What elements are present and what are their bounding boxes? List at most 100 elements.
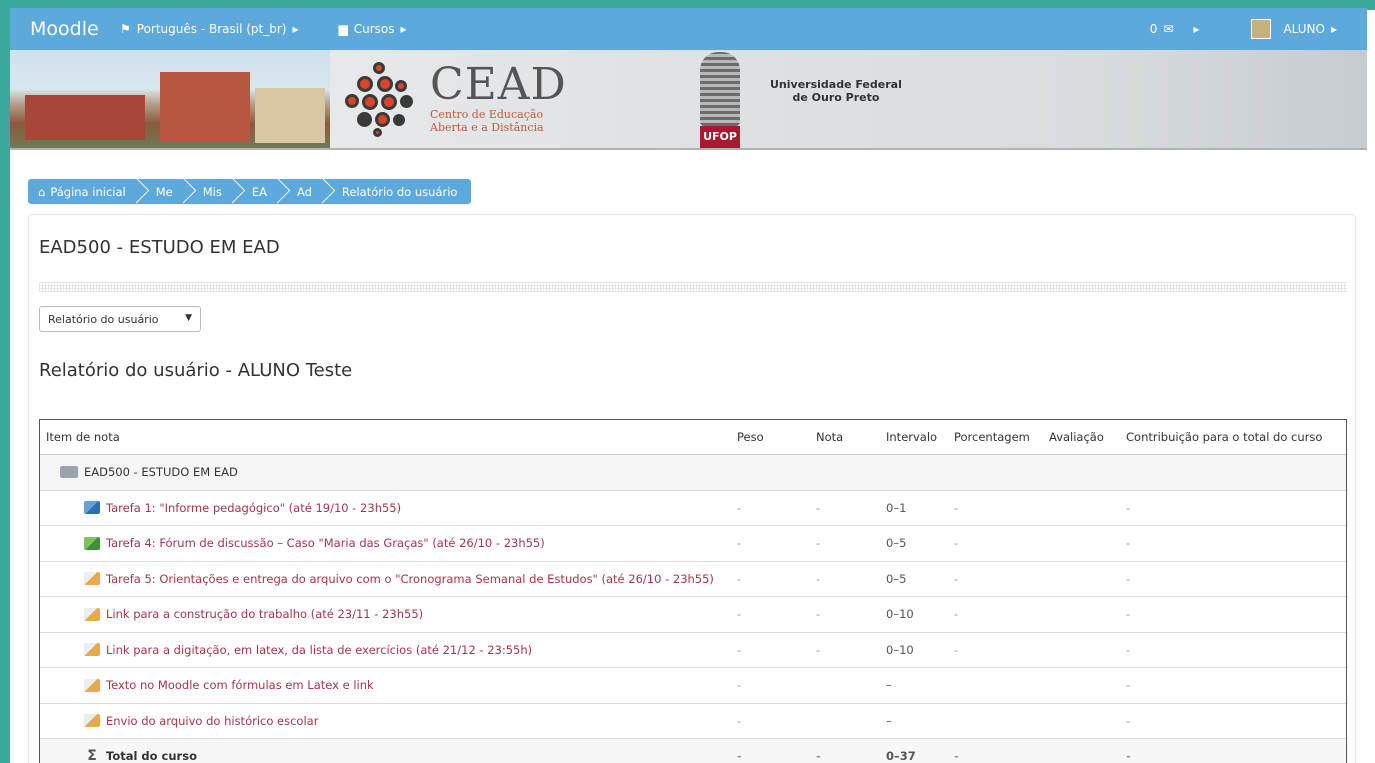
cell-contribuicao: - <box>1126 500 1131 515</box>
university-line1: Universidade Federal <box>770 78 902 91</box>
grade-item-link[interactable]: Envio do arquivo do histórico escolar <box>106 714 318 728</box>
top-navbar: Moodle ⚑ Português - Brasil (pt_br) ▸ ▆ … <box>10 8 1367 50</box>
university-name: Universidade Federal de Ouro Preto <box>770 78 902 104</box>
cead-title: CEAD <box>430 59 567 110</box>
cell-peso: - <box>737 536 742 551</box>
dropdown-arrow-icon: ▼ <box>185 313 192 323</box>
upload-icon <box>84 714 100 728</box>
grade-item-link[interactable]: Texto no Moodle com fórmulas em Latex e … <box>106 678 374 692</box>
category-row: EAD500 - ESTUDO EM EAD <box>40 455 1346 491</box>
item-cell: Σ Total do curso <box>40 748 730 763</box>
cell-intervalo: – <box>886 713 892 728</box>
caret-right-icon: ▸ <box>292 22 299 36</box>
messages-menu[interactable]: 0 ✉ ▸ <box>1150 22 1200 36</box>
cell-peso: - <box>737 500 742 515</box>
cell-peso: - <box>737 749 742 763</box>
grade-item-link[interactable]: Tarefa 1: "Informe pedagógico" (até 19/1… <box>106 501 401 515</box>
assignment-icon <box>84 501 100 515</box>
total-row: Σ Total do curso - - 0–37 - - <box>40 739 1346 763</box>
cell-nota: - <box>816 571 821 586</box>
upload-icon <box>84 607 100 621</box>
cell-peso: - <box>737 678 742 693</box>
home-icon: ⌂ <box>38 184 46 199</box>
campus-building-image <box>10 50 330 148</box>
cell-porcentagem: - <box>954 571 959 586</box>
cell-peso: - <box>737 642 742 657</box>
cell-intervalo: 0–10 <box>886 607 914 622</box>
cell-peso: - <box>737 713 742 728</box>
cead-logo: CEAD Centro de Educação Aberta e a Distâ… <box>430 59 567 135</box>
messages-count: 0 <box>1149 22 1158 36</box>
item-cell: Envio do arquivo do histórico escolar <box>40 714 730 728</box>
courses-label: Cursos <box>353 22 395 36</box>
cell-peso: - <box>737 571 742 586</box>
forum-icon <box>84 536 100 550</box>
breadcrumb-current[interactable]: Relatório do usuário <box>326 179 472 204</box>
header-contribuicao: Contribuição para o total do curso <box>1126 430 1323 444</box>
table-row: Tarefa 5: Orientações e entrega do arqui… <box>40 562 1346 597</box>
grade-item-link[interactable]: Tarefa 4: Fórum de discussão – Caso "Mar… <box>106 536 545 550</box>
header-nota: Nota <box>816 430 844 444</box>
table-header-row: Item de nota Peso Nota Intervalo Porcent… <box>40 420 1346 455</box>
folder-icon <box>60 466 78 479</box>
cell-intervalo: 0–10 <box>886 642 914 657</box>
cell-contribuicao: - <box>1126 713 1131 728</box>
cell-contribuicao: - <box>1126 678 1131 693</box>
header-porcentagem: Porcentagem <box>954 430 1030 444</box>
grade-item-link[interactable]: Link para a digitação, em latex, da list… <box>106 643 532 657</box>
cell-intervalo: 0–5 <box>886 536 907 551</box>
cell-contribuicao: - <box>1126 536 1131 551</box>
divider <box>39 282 1347 292</box>
table-row: Link para a construção do trabalho (até … <box>40 597 1346 633</box>
cell-contribuicao: - <box>1126 571 1131 586</box>
item-cell: Tarefa 5: Orientações e entrega do arqui… <box>40 572 730 586</box>
university-line2: de Ouro Preto <box>792 91 880 104</box>
cell-porcentagem: - <box>954 607 959 622</box>
cell-porcentagem: - <box>954 500 959 515</box>
cell-contribuicao: - <box>1126 749 1131 763</box>
item-cell: Tarefa 1: "Informe pedagógico" (até 19/1… <box>40 501 730 515</box>
table-row: Tarefa 4: Fórum de discussão – Caso "Mar… <box>40 526 1346 562</box>
item-cell: Tarefa 4: Fórum de discussão – Caso "Mar… <box>40 536 730 550</box>
report-title: Relatório do usuário - ALUNO Teste <box>39 360 353 381</box>
caret-right-icon: ▸ <box>400 22 407 36</box>
site-banner: CEAD Centro de Educação Aberta e a Distâ… <box>10 50 1367 150</box>
language-menu[interactable]: ⚑ Português - Brasil (pt_br) ▸ <box>120 22 299 36</box>
item-cell: Texto no Moodle com fórmulas em Latex e … <box>40 678 730 692</box>
ufop-crest: UFOP <box>700 52 740 148</box>
user-menu[interactable]: ALUNO ▸ <box>1251 19 1337 39</box>
ufop-tag: UFOP <box>700 126 740 148</box>
upload-icon <box>84 572 100 586</box>
table-row: Link para a digitação, em latex, da list… <box>40 633 1346 668</box>
cell-nota: - <box>816 500 821 515</box>
table-row: Envio do arquivo do histórico escolar - … <box>40 704 1346 739</box>
category-name: EAD500 - ESTUDO EM EAD <box>84 465 238 480</box>
cell-contribuicao: - <box>1126 642 1131 657</box>
user-name: ALUNO <box>1283 22 1325 36</box>
header-intervalo: Intervalo <box>886 430 938 444</box>
caret-right-icon: ▸ <box>1193 22 1200 36</box>
cead-subtitle-line2: Aberta e a Distância <box>430 121 544 134</box>
upload-icon <box>84 643 100 657</box>
total-label: Total do curso <box>106 749 197 763</box>
cell-nota: - <box>816 749 821 763</box>
avatar <box>1251 19 1272 39</box>
moodle-brand-link[interactable]: Moodle <box>10 18 120 40</box>
cell-intervalo: 0–1 <box>886 500 907 515</box>
breadcrumb-home[interactable]: ⌂ Página inicial <box>28 179 140 204</box>
header-avaliacao: Avaliação <box>1049 430 1104 444</box>
cell-nota: - <box>816 536 821 551</box>
courses-menu[interactable]: ▆ Cursos ▸ <box>339 22 407 36</box>
page-title: EAD500 - ESTUDO EM EAD <box>39 237 280 258</box>
cell-peso: - <box>737 607 742 622</box>
cell-porcentagem: - <box>954 642 959 657</box>
table-row: Texto no Moodle com fórmulas em Latex e … <box>40 668 1346 704</box>
sigma-icon: Σ <box>87 748 97 763</box>
header-item: Item de nota <box>46 430 120 444</box>
report-select[interactable]: Relatório do usuário ▼ <box>39 306 201 332</box>
grade-item-link[interactable]: Link para a construção do trabalho (até … <box>106 607 423 621</box>
page: Moodle ⚑ Português - Brasil (pt_br) ▸ ▆ … <box>10 8 1367 763</box>
grade-item-link[interactable]: Tarefa 5: Orientações e entrega do arqui… <box>106 572 714 586</box>
header-peso: Peso <box>737 430 764 444</box>
item-cell: Link para a digitação, em latex, da list… <box>40 643 730 657</box>
